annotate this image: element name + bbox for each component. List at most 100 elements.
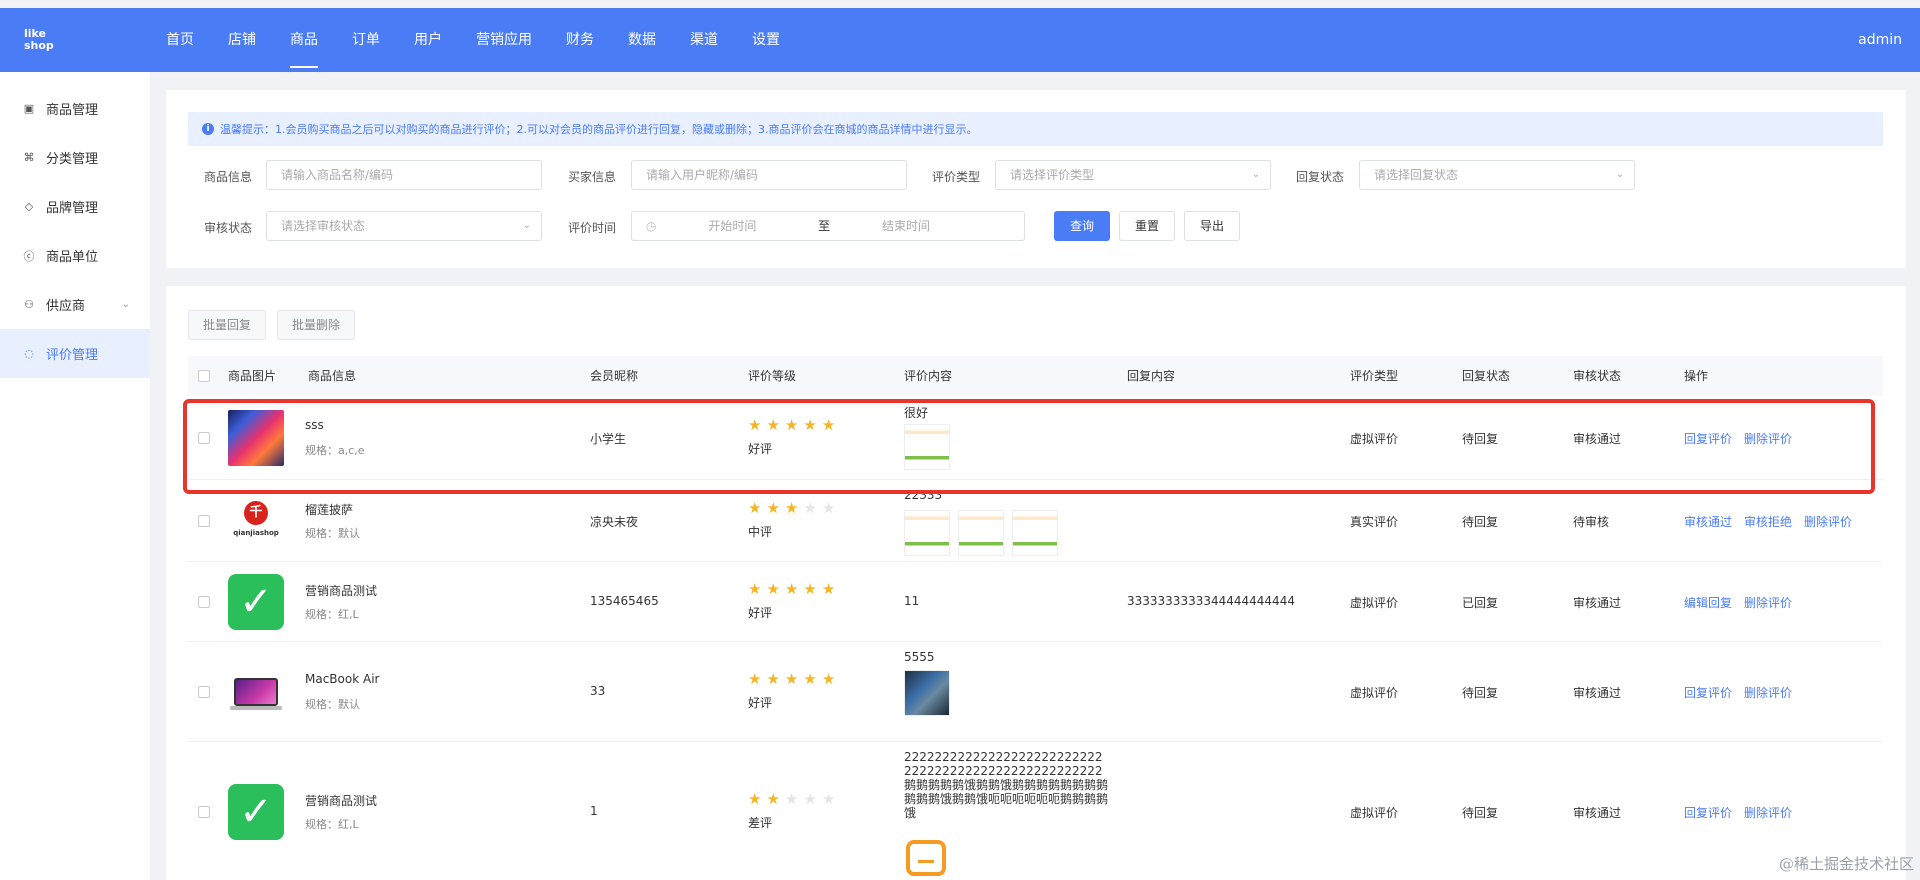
column-header: 操作 [1684,369,1709,383]
column-header: 商品信息 [308,369,357,383]
star-icon: ★ [748,580,767,598]
user-menu[interactable]: admin [1858,8,1902,72]
review-image[interactable] [904,510,950,556]
reset-button[interactable]: 重置 [1119,211,1175,241]
rating-stars: ★★★★★ [748,670,840,688]
export-button[interactable]: 导出 [1184,211,1240,241]
review-type: 真实评价 [1350,515,1399,529]
reply-status: 待回复 [1462,806,1499,820]
star-icon: ★ [821,670,841,688]
product-name: MacBook Air [305,672,380,686]
nav-item[interactable]: 店铺 [228,8,256,72]
table-row: ✓ 营销商品测试 规格：红,L 135465465 ★★★★★ 好评 11 333333333… [188,562,1883,642]
rating-level: 差评 [748,816,773,830]
goods-info-input[interactable]: 请输入商品名称/编码 [266,160,542,190]
spec-value: 默认 [338,527,360,540]
action-link[interactable]: 删除评价 [1804,515,1852,529]
nav-item[interactable]: 订单 [352,8,380,72]
product-spec: 规格：红,L [305,606,359,622]
main-nav: 首页 店铺 商品 订单 用户 营销应用 财务 数据 渠道 设置 [166,8,814,72]
batch-reply-button[interactable]: 批量回复 [188,310,266,340]
batch-delete-button[interactable]: 批量删除 [277,310,355,340]
rating-level: 好评 [748,696,773,710]
action-link[interactable]: 编辑回复 [1684,596,1732,610]
star-icon: ★ [784,580,804,598]
action-link[interactable]: 删除评价 [1744,432,1792,446]
star-icon: ★ [821,416,841,434]
clock-icon: ◷ [646,219,657,233]
row-checkbox[interactable] [198,806,210,818]
product-image [228,410,284,466]
qianjiashop-logo: 千 [244,501,268,525]
review-time-range[interactable]: ◷ 开始时间 至 结束时间 [631,211,1025,241]
review-content: 2222222222222222222222222222222222222222… [904,750,1109,820]
action-link[interactable]: 回复评价 [1684,432,1732,446]
column-header: 回复状态 [1462,369,1511,383]
nav-item[interactable]: 首页 [166,8,194,72]
time-end-placeholder[interactable]: 结束时间 [882,219,930,233]
sidebar-item[interactable]: ⚇ 供应商 ⌄ [0,280,150,329]
action-link[interactable]: 删除评价 [1744,686,1792,700]
action-link[interactable]: 审核拒绝 [1744,515,1792,529]
qianjiashop-caption: qianjiashop [233,529,279,537]
spec-prefix: 规格： [305,818,338,831]
buyer-info-label: 买家信息 [568,170,617,184]
table-row: 千 qianjiashop 榴莲披萨 规格：默认 凉央未夜 ★★★★★ 中评 22333 真实评… [188,480,1883,562]
nav-item[interactable]: 数据 [628,8,656,72]
star-icon: ★ [748,670,767,688]
tip-banner: i 温馨提示：1.会员购买商品之后可以对购买的商品进行评价；2.可以对会员的商品… [188,112,1883,146]
star-icon: ★ [766,790,785,808]
time-start-placeholder[interactable]: 开始时间 [708,219,756,233]
filter-panel: i 温馨提示：1.会员购买商品之后可以对购买的商品进行评价；2.可以对会员的商品… [166,90,1906,268]
member-nickname: 凉央未夜 [590,515,639,529]
buyer-info-input[interactable]: 请输入用户昵称/编码 [631,160,907,190]
row-checkbox[interactable] [198,686,210,698]
review-image[interactable] [904,670,950,716]
column-header: 会员昵称 [590,369,639,383]
spec-value: 默认 [338,698,360,711]
time-separator: 至 [818,219,831,233]
member-nickname: 135465465 [590,594,659,608]
audit-status-select[interactable]: 请选择审核状态 ⌄ [266,211,542,241]
column-header: 审核状态 [1573,369,1622,383]
chevron-down-icon: ⌄ [121,299,130,310]
top-navbar: like shop 首页 店铺 商品 订单 用户 营销应用 财务 数据 渠道 设置 admin [0,8,1920,72]
spec-value: 红,L [338,608,359,621]
audit-status: 审核通过 [1573,686,1622,700]
sidebar-item[interactable]: ⓒ 商品单位 [0,231,150,280]
product-image [228,664,284,720]
row-checkbox[interactable] [198,432,210,444]
review-image[interactable] [1012,510,1058,556]
row-checkbox[interactable] [198,596,210,608]
sidebar-item[interactable]: ◇ 品牌管理 [0,182,150,231]
reply-status-select[interactable]: 请选择回复状态 ⌄ [1359,160,1635,190]
action-link[interactable]: 回复评价 [1684,686,1732,700]
review-type-select[interactable]: 请选择评价类型 ⌄ [995,160,1271,190]
sidebar-item[interactable]: ⌘ 分类管理 [0,133,150,182]
review-image[interactable] [904,424,950,470]
review-type-label: 评价类型 [932,170,981,184]
sidebar-item[interactable]: ▣ 商品管理 [0,84,150,133]
nav-item[interactable]: 财务 [566,8,594,72]
review-type-placeholder: 请选择评价类型 [1010,168,1095,182]
sidebar-item-label: 品牌管理 [46,201,99,216]
logo[interactable]: like shop [24,28,64,52]
review-image[interactable] [958,510,1004,556]
chevron-down-icon: ⌄ [522,220,531,231]
action-link[interactable]: 删除评价 [1744,596,1792,610]
sidebar-item[interactable]: ◌ 评价管理 [0,329,150,378]
query-button[interactable]: 查询 [1054,211,1110,241]
goods-info-label: 商品信息 [204,170,253,184]
star-icon: ★ [748,499,767,517]
action-link[interactable]: 回复评价 [1684,806,1732,820]
row-checkbox[interactable] [198,515,210,527]
star-icon: ★ [803,790,822,808]
action-link[interactable]: 删除评价 [1744,806,1792,820]
select-all-checkbox[interactable] [198,370,210,382]
nav-item[interactable]: 渠道 [690,8,718,72]
nav-item[interactable]: 用户 [414,8,442,72]
nav-item[interactable]: 商品 [290,8,318,72]
action-link[interactable]: 审核通过 [1684,515,1732,529]
nav-item[interactable]: 设置 [752,8,780,72]
nav-item[interactable]: 营销应用 [476,8,532,72]
